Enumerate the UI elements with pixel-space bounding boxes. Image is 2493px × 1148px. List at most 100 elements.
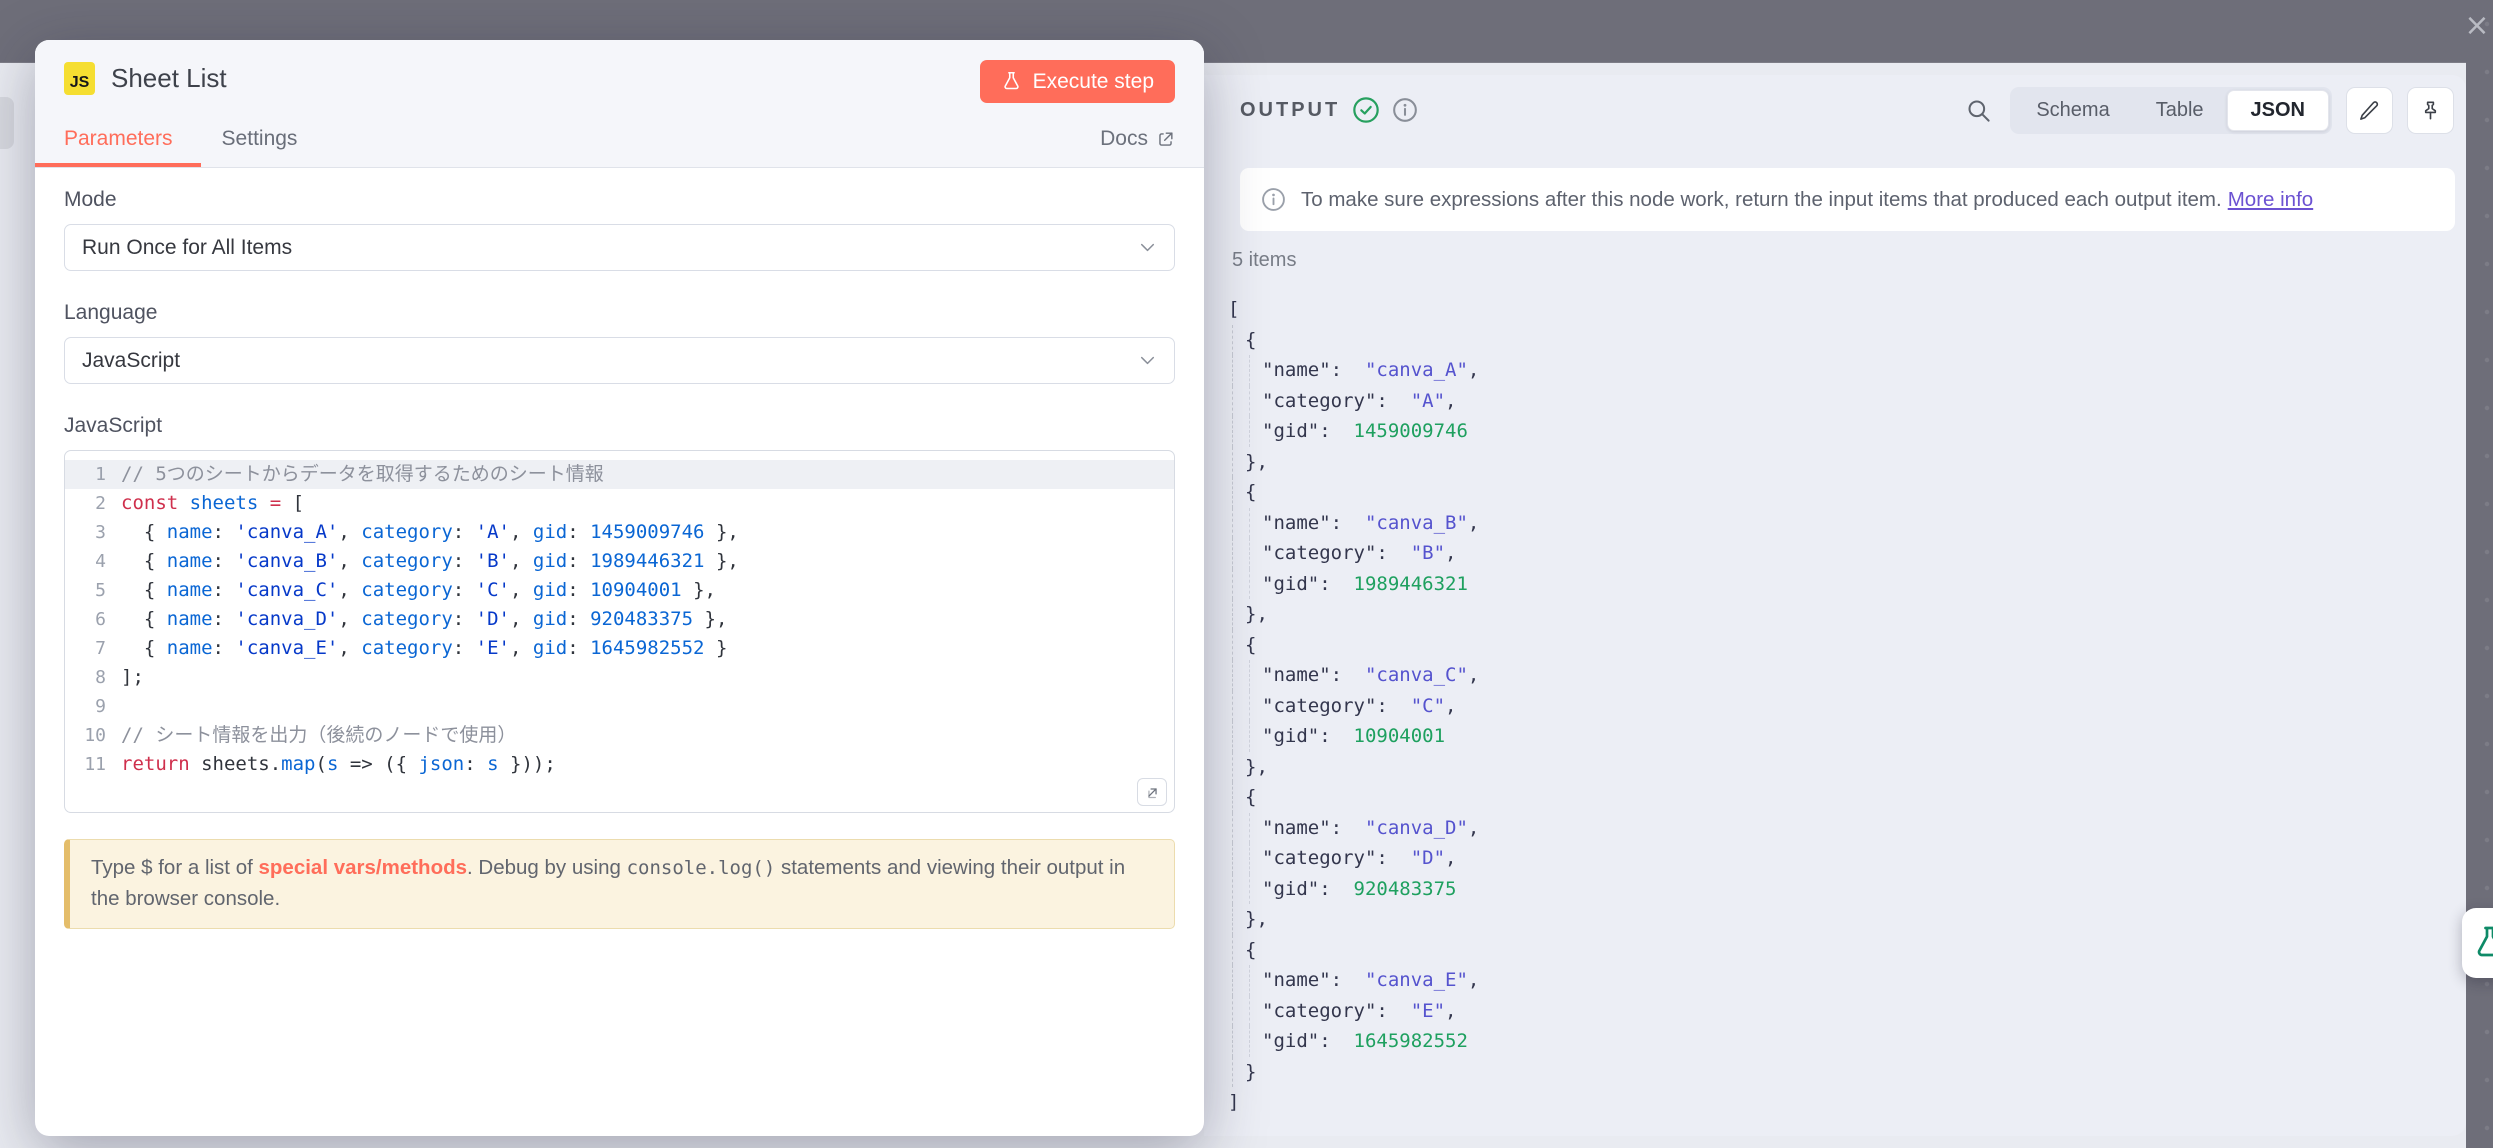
json-line: "gid": 1645982552 [1228,1026,2466,1057]
pencil-icon [2358,99,2381,122]
code-line: 11return sheets.map(s => ({ json: s })); [65,750,1174,779]
line-number: 8 [65,663,121,692]
javascript-node-icon: JS [64,62,95,95]
language-field: Language JavaScript [64,301,1175,384]
test-workflow-button[interactable] [2462,908,2493,978]
code-line: 10// シート情報を出力（後続のノードで使用） [65,721,1174,750]
close-icon[interactable]: × [2462,12,2492,42]
json-line: }, [1228,752,2466,783]
line-number: 11 [65,750,121,779]
code-line: 9 [65,692,1174,721]
docs-label: Docs [1100,127,1148,151]
code-text: { name: 'canva_A', category: 'A', gid: 1… [121,518,739,547]
view-tab-table[interactable]: Table [2133,90,2227,131]
mode-label: Mode [64,188,1175,212]
code-line: 8]; [65,663,1174,692]
json-line: "name": "canva_D", [1228,813,2466,844]
docs-link[interactable]: Docs [1100,127,1175,151]
json-line: }, [1228,447,2466,478]
search-icon[interactable] [1965,97,1992,124]
code-line: 5 { name: 'canva_C', category: 'C', gid:… [65,576,1174,605]
special-vars-link[interactable]: special vars/methods [259,856,468,879]
json-line: } [1228,1057,2466,1088]
json-line: { [1228,782,2466,813]
json-line: "category": "E", [1228,996,2466,1027]
active-tab-underline [35,163,201,167]
output-view-switcher: Schema Table JSON [2010,87,2332,134]
tab-parameters[interactable]: Parameters [64,127,173,167]
line-number: 4 [65,547,121,576]
hint-code: console.log() [627,857,776,879]
line-number: 2 [65,489,121,518]
language-select[interactable]: JavaScript [64,337,1175,384]
line-number: 3 [65,518,121,547]
json-line: }, [1228,904,2466,935]
execute-step-button[interactable]: Execute step [980,60,1175,103]
json-line: "gid": 1989446321 [1228,569,2466,600]
node-details-panel: JS Sheet List Execute step Parameters Se… [35,40,1204,1136]
chevron-down-icon [1136,349,1159,372]
expand-editor-button[interactable] [1137,778,1167,806]
code-text: { name: 'canva_E', category: 'E', gid: 1… [121,634,727,663]
node-tabs: Parameters Settings [35,127,297,167]
pin-icon [2419,99,2442,122]
output-info-icon[interactable] [1392,97,1418,123]
mode-field: Mode Run Once for All Items [64,188,1175,271]
language-value: JavaScript [82,349,180,373]
json-line: ] [1228,1087,2466,1118]
code-text: const sheets = [ [121,489,304,518]
code-line: 2const sheets = [ [65,489,1174,518]
tab-settings[interactable]: Settings [222,127,298,167]
banner-text: To make sure expressions after this node… [1301,188,2222,211]
items-count: 5 items [1232,249,2466,272]
flask-icon [2472,925,2493,961]
more-info-link[interactable]: More info [2228,188,2313,211]
mode-value: Run Once for All Items [82,236,292,260]
mode-select[interactable]: Run Once for All Items [64,224,1175,271]
language-label: Language [64,301,1175,325]
code-text [121,692,132,721]
output-header: OUTPUT Schema Table JSON [1204,75,2466,145]
json-line: "category": "A", [1228,386,2466,417]
code-line: 4 { name: 'canva_B', category: 'B', gid:… [65,547,1174,576]
hint-text: Type $ for a list of [91,856,259,879]
line-number: 1 [65,460,121,489]
json-line: { [1228,325,2466,356]
code-text: { name: 'canva_C', category: 'C', gid: 1… [121,576,716,605]
json-line: "category": "C", [1228,691,2466,722]
json-line: { [1228,630,2466,661]
line-number: 5 [65,576,121,605]
code-editor[interactable]: 1// 5つのシートからデータを取得するためのシート情報2const sheet… [64,450,1175,813]
json-line: "name": "canva_A", [1228,355,2466,386]
code-line: 6 { name: 'canva_D', category: 'D', gid:… [65,605,1174,634]
json-line: "category": "D", [1228,843,2466,874]
code-line: 3 { name: 'canva_A', category: 'A', gid:… [65,518,1174,547]
json-line: [ [1228,294,2466,325]
flask-icon [1001,71,1022,92]
json-line: "category": "B", [1228,538,2466,569]
edit-output-button[interactable] [2346,87,2393,134]
code-text: ]; [121,663,144,692]
hint-text: . Debug by using [467,856,627,879]
code-text: return sheets.map(s => ({ json: s })); [121,750,556,779]
code-text: // 5つのシートからデータを取得するためのシート情報 [121,460,604,489]
code-line: 7 { name: 'canva_E', category: 'E', gid:… [65,634,1174,663]
line-number: 7 [65,634,121,663]
pin-data-button[interactable] [2407,87,2454,134]
line-number: 9 [65,692,121,721]
code-line: 1// 5つのシートからデータを取得するためのシート情報 [65,460,1174,489]
code-editor-label: JavaScript [64,414,1175,438]
line-number: 10 [65,721,121,750]
code-lines: 1// 5つのシートからデータを取得するためのシート情報2const sheet… [65,460,1174,779]
node-title[interactable]: Sheet List [111,63,227,94]
json-output[interactable]: [{"name": "canva_A","category": "A","gid… [1228,294,2466,1118]
json-line: "name": "canva_E", [1228,965,2466,996]
view-tab-schema[interactable]: Schema [2013,90,2132,131]
json-line: }, [1228,599,2466,630]
json-line: { [1228,477,2466,508]
output-info-banner: To make sure expressions after this node… [1240,168,2455,231]
background-node-fragment [0,97,14,149]
code-text: { name: 'canva_B', category: 'B', gid: 1… [121,547,739,576]
view-tab-json[interactable]: JSON [2227,90,2329,131]
json-line: "gid": 1459009746 [1228,416,2466,447]
